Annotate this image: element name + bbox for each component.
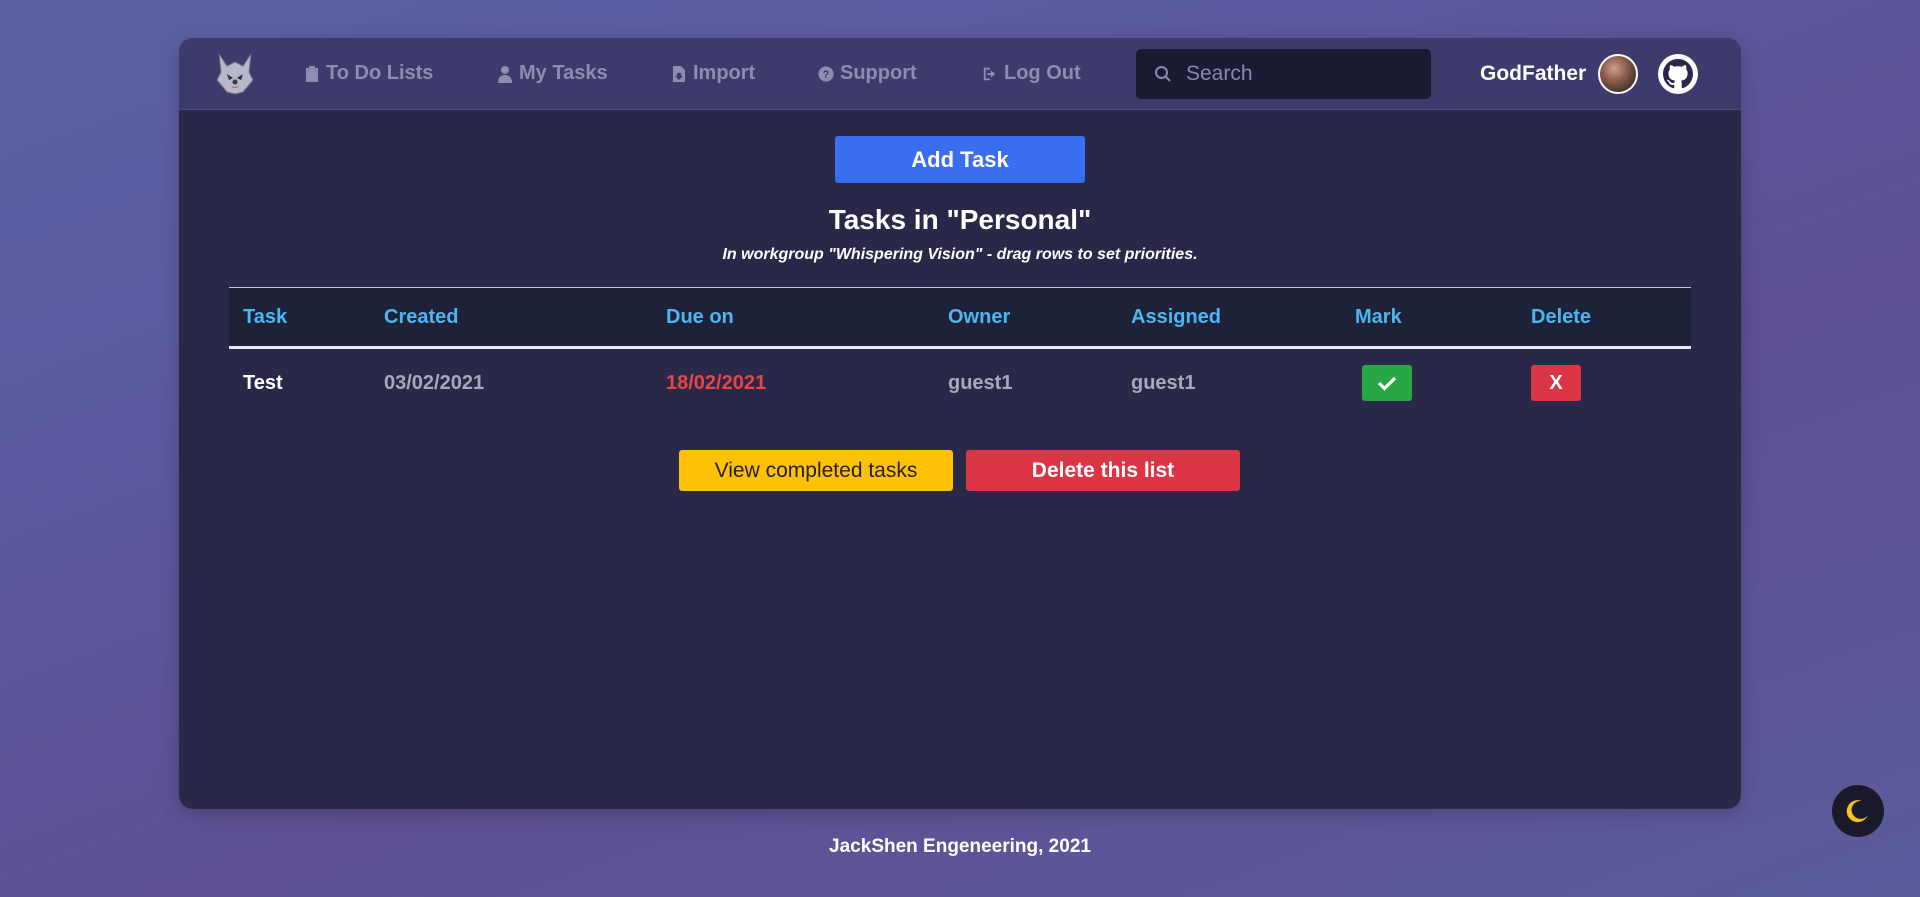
user-icon (498, 65, 512, 83)
column-header-assigned[interactable]: Assigned (1117, 288, 1341, 348)
mark-complete-button[interactable] (1362, 365, 1412, 402)
page-title: Tasks in "Personal" (828, 204, 1092, 235)
file-import-icon (673, 65, 685, 82)
due-date-cell: 18/02/2021 (666, 371, 767, 394)
tasks-table: Task Created Due on Owner Assigned Mark … (229, 287, 1691, 418)
table-header-row: Task Created Due on Owner Assigned Mark … (229, 287, 1691, 348)
check-icon (1378, 377, 1396, 392)
nav-todo-lists[interactable]: To Do Lists (304, 62, 433, 85)
delete-list-button[interactable]: Delete this list (966, 450, 1240, 491)
github-icon[interactable] (1658, 54, 1698, 94)
search-box[interactable] (1136, 49, 1431, 99)
navbar: To Do Lists My Tasks Import ? Support Lo… (179, 38, 1741, 110)
task-name-cell[interactable]: Test (229, 348, 370, 418)
nav-my-tasks-label: My Tasks (519, 62, 608, 84)
nav-todo-lists-label: To Do Lists (326, 62, 434, 84)
username[interactable]: GodFather (1480, 62, 1586, 86)
wolf-logo-icon[interactable] (215, 52, 255, 96)
clipboard-icon (306, 65, 318, 82)
column-header-owner[interactable]: Owner (934, 288, 1117, 348)
table-row[interactable]: Test 03/02/2021 18/02/2021 guest1 guest1… (229, 348, 1691, 418)
column-header-mark: Mark (1355, 305, 1402, 328)
main-card: To Do Lists My Tasks Import ? Support Lo… (179, 38, 1741, 809)
svg-text:?: ? (823, 69, 830, 81)
nav-support-label: Support (840, 62, 917, 84)
view-completed-tasks-button[interactable]: View completed tasks (679, 450, 953, 491)
nav-import-label: Import (693, 62, 756, 84)
footer-text: JackShen Engeneering, 2021 (829, 836, 1091, 857)
created-date-cell: 03/02/2021 (384, 371, 485, 394)
mark-cell (1341, 348, 1517, 418)
moon-icon (1846, 800, 1868, 823)
column-header-created[interactable]: Created (370, 288, 652, 348)
assigned-cell: guest1 (1131, 371, 1196, 394)
delete-task-button[interactable]: X (1531, 365, 1581, 402)
nav-log-out[interactable]: Log Out (982, 62, 1081, 85)
delete-cell: X (1517, 348, 1691, 418)
page-subtitle: In workgroup "Whispering Vision" - drag … (722, 246, 1198, 263)
nav-my-tasks[interactable]: My Tasks (497, 62, 608, 85)
sign-out-icon (983, 67, 996, 80)
column-header-task[interactable]: Task (229, 288, 370, 348)
question-circle-icon: ? (818, 65, 834, 82)
search-icon (1155, 66, 1171, 82)
owner-cell: guest1 (948, 371, 1013, 394)
search-input[interactable] (1186, 62, 1406, 86)
nav-log-out-label: Log Out (1004, 62, 1081, 84)
nav-import[interactable]: Import (671, 62, 755, 85)
github-mark-icon (1663, 59, 1693, 89)
nav-support[interactable]: ? Support (818, 62, 917, 85)
avatar[interactable] (1598, 54, 1638, 94)
add-task-button[interactable]: Add Task (835, 136, 1085, 183)
dark-mode-toggle[interactable] (1832, 785, 1884, 837)
column-header-delete: Delete (1531, 305, 1592, 328)
column-header-due-on[interactable]: Due on (652, 288, 934, 348)
